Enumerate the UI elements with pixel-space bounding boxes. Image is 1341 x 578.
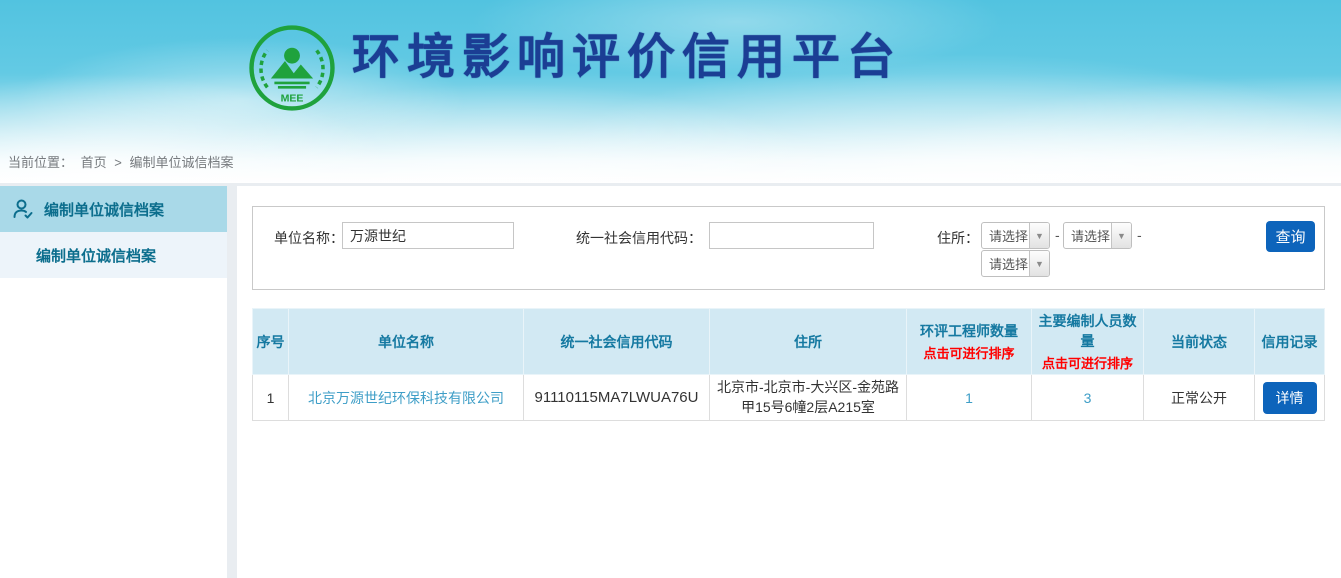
province-select[interactable]: 请选择 ▼ <box>981 222 1050 249</box>
detail-button[interactable]: 详情 <box>1263 382 1317 414</box>
sidebar-subitem-unit-credit-archive[interactable]: 编制单位诚信档案 <box>0 232 227 278</box>
city-select[interactable]: 请选择 ▼ <box>1063 222 1132 249</box>
unit-name-input[interactable] <box>342 222 514 249</box>
results-table: 序号 单位名称 统一社会信用代码 住所 环评工程师数量 点击可进行排序 主要编制… <box>252 308 1325 421</box>
person-check-icon <box>11 197 35 221</box>
sidebar-item-label: 编制单位诚信档案 <box>44 199 164 220</box>
cell-address: 北京市-北京市-大兴区-金苑路甲15号6幢2层A215室 <box>710 375 907 421</box>
cell-credit-record: 详情 <box>1255 375 1325 421</box>
cell-status: 正常公开 <box>1144 375 1255 421</box>
header-engineer-count-sortable[interactable]: 环评工程师数量 点击可进行排序 <box>907 309 1032 375</box>
breadcrumb-location-label: 当前位置： <box>8 155 73 170</box>
header-engineer-count-label: 环评工程师数量 <box>920 323 1018 339</box>
header-credit-code: 统一社会信用代码 <box>524 309 710 375</box>
breadcrumb-home-link[interactable]: 首页 <box>81 155 107 170</box>
mee-logo-icon: MEE <box>248 24 336 112</box>
cell-staff-count: 3 <box>1032 375 1144 421</box>
header-staff-count-label: 主要编制人员数量 <box>1039 313 1137 349</box>
content-area: 编制单位诚信档案 编制单位诚信档案 单位名称： 统一社会信用代码： 住所： 请选… <box>0 183 1341 578</box>
sort-hint[interactable]: 点击可进行排序 <box>1034 353 1141 372</box>
sort-hint[interactable]: 点击可进行排序 <box>909 343 1029 362</box>
header-credit-record: 信用记录 <box>1255 309 1325 375</box>
unit-name-label: 单位名称： <box>274 228 344 248</box>
sidebar-item-unit-credit-archive[interactable]: 编制单位诚信档案 <box>0 186 227 232</box>
credit-code-label: 统一社会信用代码： <box>576 228 702 248</box>
table-header-row: 序号 单位名称 统一社会信用代码 住所 环评工程师数量 点击可进行排序 主要编制… <box>253 309 1325 375</box>
city-select-value: 请选择 <box>1064 226 1111 245</box>
engineer-count-link[interactable]: 1 <box>965 390 973 406</box>
chevron-down-icon[interactable]: ▼ <box>1111 223 1131 248</box>
address-dash: - <box>1055 227 1060 243</box>
breadcrumb: 当前位置： 首页 > 编制单位诚信档案 <box>8 152 238 171</box>
credit-code-input[interactable] <box>709 222 874 249</box>
cell-credit-code: 91110115MA7LWUA76U <box>524 375 710 421</box>
sidebar: 编制单位诚信档案 编制单位诚信档案 <box>0 186 227 578</box>
staff-count-link[interactable]: 3 <box>1084 390 1092 406</box>
cell-unit-name: 北京万源世纪环保科技有限公司 <box>289 375 524 421</box>
cell-engineer-count: 1 <box>907 375 1032 421</box>
header-address: 住所 <box>710 309 907 375</box>
sidebar-subitem-label: 编制单位诚信档案 <box>36 245 156 266</box>
cell-seq: 1 <box>253 375 289 421</box>
breadcrumb-current: 编制单位诚信档案 <box>130 155 234 170</box>
query-button[interactable]: 查询 <box>1266 221 1315 252</box>
results-table-wrap: 序号 单位名称 统一社会信用代码 住所 环评工程师数量 点击可进行排序 主要编制… <box>252 308 1325 421</box>
chevron-down-icon[interactable]: ▼ <box>1029 251 1049 276</box>
address-label: 住所： <box>937 228 979 248</box>
main-panel: 单位名称： 统一社会信用代码： 住所： 请选择 ▼ - 请选择 ▼ - 请选择 … <box>237 186 1341 578</box>
chevron-down-icon[interactable]: ▼ <box>1029 223 1049 248</box>
search-panel: 单位名称： 统一社会信用代码： 住所： 请选择 ▼ - 请选择 ▼ - 请选择 … <box>252 206 1325 290</box>
table-row: 1 北京万源世纪环保科技有限公司 91110115MA7LWUA76U 北京市-… <box>253 375 1325 421</box>
header-status: 当前状态 <box>1144 309 1255 375</box>
page-title: 环境影响评价信用平台 <box>352 32 902 85</box>
header-seq: 序号 <box>253 309 289 375</box>
address-dash: - <box>1137 227 1142 243</box>
unit-name-link[interactable]: 北京万源世纪环保科技有限公司 <box>308 390 504 406</box>
header-staff-count-sortable[interactable]: 主要编制人员数量 点击可进行排序 <box>1032 309 1144 375</box>
district-select[interactable]: 请选择 ▼ <box>981 250 1050 277</box>
breadcrumb-separator: > <box>114 155 122 170</box>
svg-text:MEE: MEE <box>281 92 304 104</box>
province-select-value: 请选择 <box>982 226 1029 245</box>
district-select-value: 请选择 <box>982 254 1029 273</box>
header-unit-name: 单位名称 <box>289 309 524 375</box>
site-header: MEE 环境影响评价信用平台 当前位置： 首页 > 编制单位诚信档案 <box>0 0 1341 183</box>
